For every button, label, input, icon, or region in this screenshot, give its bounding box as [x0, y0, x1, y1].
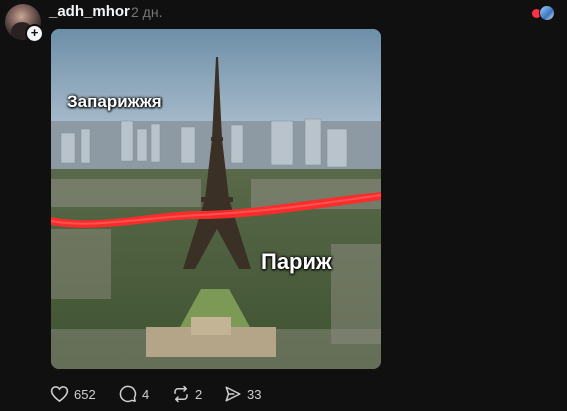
image-label-zaparyzhzhia: Запарижжя — [67, 92, 162, 111]
reaction-badge[interactable] — [531, 4, 555, 21]
share-button[interactable]: 33 — [224, 384, 261, 404]
image-label-paryzh: Париж — [261, 249, 332, 274]
reactor-avatar — [539, 5, 555, 21]
reply-count: 4 — [142, 386, 150, 402]
post-timestamp: 2 дн. — [131, 4, 163, 20]
paris-aerial-photo — [51, 29, 381, 369]
like-button[interactable]: 652 — [50, 384, 96, 404]
repost-button[interactable]: 2 — [172, 384, 202, 404]
heart-icon — [50, 386, 69, 403]
reply-button[interactable]: 4 — [119, 384, 149, 404]
follow-plus-icon[interactable]: + — [25, 24, 44, 43]
send-icon — [225, 386, 241, 402]
comment-icon — [119, 385, 137, 403]
share-count: 33 — [247, 386, 262, 402]
repost-icon — [174, 385, 188, 403]
post-avatar-wrap[interactable]: + — [5, 4, 44, 43]
repost-count: 2 — [195, 386, 203, 402]
post-image[interactable]: Запарижжя Париж — [51, 29, 381, 369]
like-count: 652 — [74, 386, 96, 402]
post-author[interactable]: _adh_mhor — [49, 3, 130, 20]
